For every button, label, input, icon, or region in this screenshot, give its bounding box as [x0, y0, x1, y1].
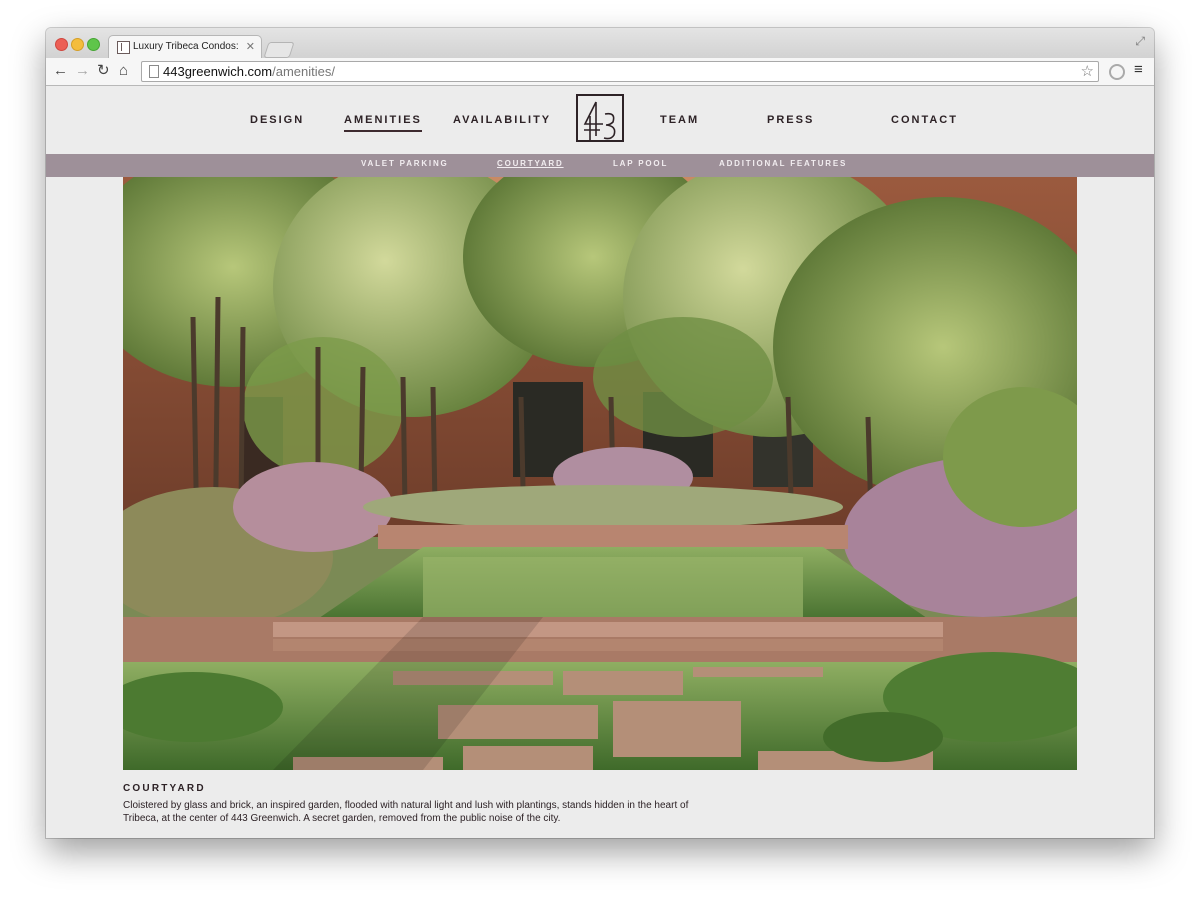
- minimize-window-icon[interactable]: [71, 38, 84, 51]
- address-bar[interactable]: 443greenwich.com/amenities/ ☆: [141, 61, 1099, 82]
- page-icon: [149, 65, 159, 78]
- section-title: COURTYARD: [123, 783, 206, 794]
- new-tab-button[interactable]: [263, 42, 295, 58]
- nav-press[interactable]: PRESS: [767, 114, 814, 126]
- sub-nav: VALET PARKING COURTYARD LAP POOL ADDITIO…: [46, 154, 1154, 177]
- subnav-valet-parking[interactable]: VALET PARKING: [361, 159, 449, 168]
- courtyard-illustration: [123, 177, 1077, 770]
- close-tab-icon[interactable]: ✕: [246, 40, 255, 53]
- reload-icon[interactable]: ↻: [97, 62, 110, 80]
- browser-tab[interactable]: Luxury Tribeca Condos: 44 ✕: [108, 35, 262, 59]
- menu-icon[interactable]: ≡: [1134, 61, 1143, 78]
- nav-contact[interactable]: CONTACT: [891, 114, 958, 126]
- nav-amenities[interactable]: AMENITIES: [344, 114, 422, 132]
- zoom-window-icon[interactable]: [87, 38, 100, 51]
- subnav-lap-pool[interactable]: LAP POOL: [613, 159, 668, 168]
- section-description: Cloistered by glass and brick, an inspir…: [123, 800, 689, 824]
- courtyard-image: [123, 177, 1077, 770]
- main-nav: DESIGN AMENITIES AVAILABILITY TEAM PRESS…: [46, 86, 1154, 154]
- site-favicon-icon: [117, 41, 130, 54]
- subnav-courtyard[interactable]: COURTYARD: [497, 159, 564, 168]
- tab-title: Luxury Tribeca Condos: 44: [133, 41, 241, 52]
- nav-design[interactable]: DESIGN: [250, 114, 304, 126]
- close-window-icon[interactable]: [55, 38, 68, 51]
- back-arrow-icon[interactable]: ←: [53, 62, 68, 80]
- extension-icon[interactable]: [1109, 64, 1125, 80]
- logo-icon[interactable]: [576, 94, 624, 142]
- forward-arrow-icon[interactable]: →: [75, 62, 90, 80]
- browser-toolbar: ← → ↻ ⌂ 443greenwich.com/amenities/ ☆ ≡: [46, 58, 1154, 86]
- home-icon[interactable]: ⌂: [119, 62, 128, 80]
- fullscreen-icon[interactable]: ⤢: [1135, 34, 1145, 49]
- website: DESIGN AMENITIES AVAILABILITY TEAM PRESS…: [46, 86, 1154, 838]
- subnav-additional-features[interactable]: ADDITIONAL FEATURES: [719, 159, 847, 168]
- bookmark-star-icon[interactable]: ☆: [1081, 62, 1094, 80]
- nav-availability[interactable]: AVAILABILITY: [453, 114, 551, 126]
- tab-strip: Luxury Tribeca Condos: 44 ✕ ⤢: [46, 28, 1154, 59]
- browser-window: Luxury Tribeca Condos: 44 ✕ ⤢ ← → ↻ ⌂ 44…: [46, 28, 1154, 838]
- url-text[interactable]: 443greenwich.com/amenities/: [163, 64, 335, 79]
- nav-team[interactable]: TEAM: [660, 114, 699, 126]
